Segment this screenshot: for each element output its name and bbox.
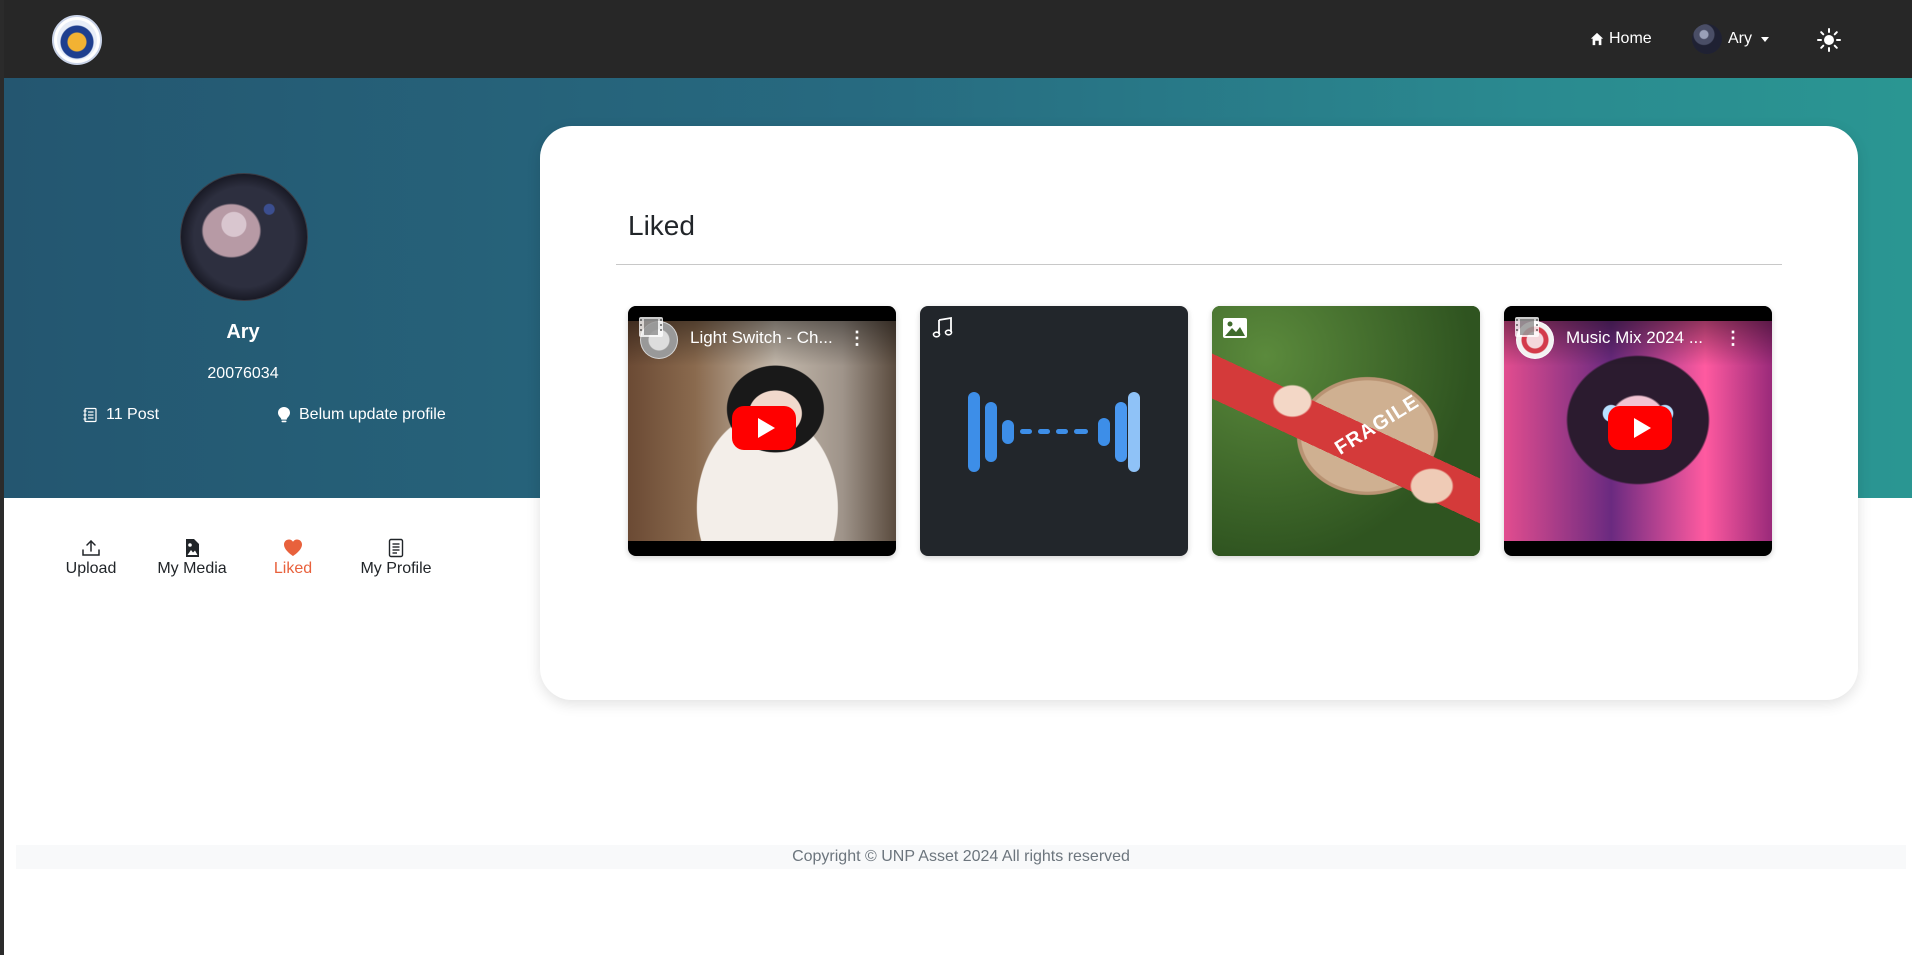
liked-content-card: Liked Light Switch - Ch... ⋮ FRAGILE Mus…	[540, 126, 1858, 700]
more-options-icon[interactable]: ⋮	[848, 328, 866, 349]
theme-toggle-button[interactable]	[1816, 27, 1842, 53]
top-navbar: Home Ary	[0, 0, 1912, 78]
nav-home-label: Home	[1609, 30, 1652, 47]
tab-my-profile[interactable]: My Profile	[356, 538, 436, 584]
play-icon	[757, 418, 775, 438]
film-icon	[1515, 317, 1539, 337]
audio-waveform-icon	[968, 392, 1140, 472]
sun-icon	[1817, 28, 1841, 52]
more-options-icon[interactable]: ⋮	[1724, 328, 1742, 349]
footer: Copyright © UNP Asset 2024 All rights re…	[16, 845, 1906, 869]
tab-my-media-label: My Media	[157, 560, 227, 577]
tab-upload[interactable]: Upload	[63, 538, 119, 584]
university-logo[interactable]	[52, 15, 102, 65]
document-icon	[388, 538, 404, 558]
heart-icon	[284, 539, 302, 556]
tab-my-media[interactable]: My Media	[155, 538, 229, 584]
profile-status: Belum update profile	[277, 404, 446, 426]
post-count-label: 11 Post	[106, 406, 160, 423]
section-title: Liked	[628, 210, 695, 241]
play-icon	[1633, 418, 1651, 438]
image-file-icon	[186, 539, 199, 557]
video-title[interactable]: Music Mix 2024 ...	[1566, 328, 1726, 348]
lightbulb-icon	[278, 407, 290, 423]
tab-upload-label: Upload	[65, 560, 117, 577]
user-menu-dropdown[interactable]: Ary	[1692, 24, 1769, 54]
tab-liked[interactable]: Liked	[270, 538, 316, 584]
profile-name: Ary	[226, 321, 260, 343]
home-icon	[1590, 32, 1604, 46]
caret-down-icon	[1761, 36, 1769, 42]
film-icon	[639, 317, 663, 337]
tab-liked-label: Liked	[273, 560, 313, 577]
liked-video-2[interactable]: Music Mix 2024 ... ⋮	[1504, 306, 1772, 556]
journal-icon	[83, 407, 97, 423]
profile-id: 20076034	[207, 365, 279, 382]
copyright-text: Copyright © UNP Asset 2024 All rights re…	[792, 848, 1130, 865]
video-title[interactable]: Light Switch - Ch...	[690, 328, 850, 348]
profile-avatar	[180, 173, 308, 301]
liked-audio-1[interactable]	[920, 306, 1188, 556]
liked-video-1[interactable]: Light Switch - Ch... ⋮	[628, 306, 896, 556]
liked-image-1[interactable]: FRAGILE	[1212, 306, 1480, 556]
nav-home-link[interactable]: Home	[1590, 28, 1652, 50]
user-menu-name: Ary	[1728, 30, 1752, 47]
divider	[616, 264, 1782, 265]
profile-status-label: Belum update profile	[299, 406, 446, 423]
play-button[interactable]	[1608, 406, 1672, 450]
play-button[interactable]	[732, 406, 796, 450]
post-count: 11 Post	[82, 404, 159, 426]
music-note-icon	[932, 316, 953, 338]
tab-my-profile-label: My Profile	[360, 560, 432, 577]
image-icon	[1223, 318, 1247, 338]
window-edge	[0, 0, 4, 955]
avatar	[1692, 24, 1722, 54]
upload-icon	[82, 539, 100, 556]
